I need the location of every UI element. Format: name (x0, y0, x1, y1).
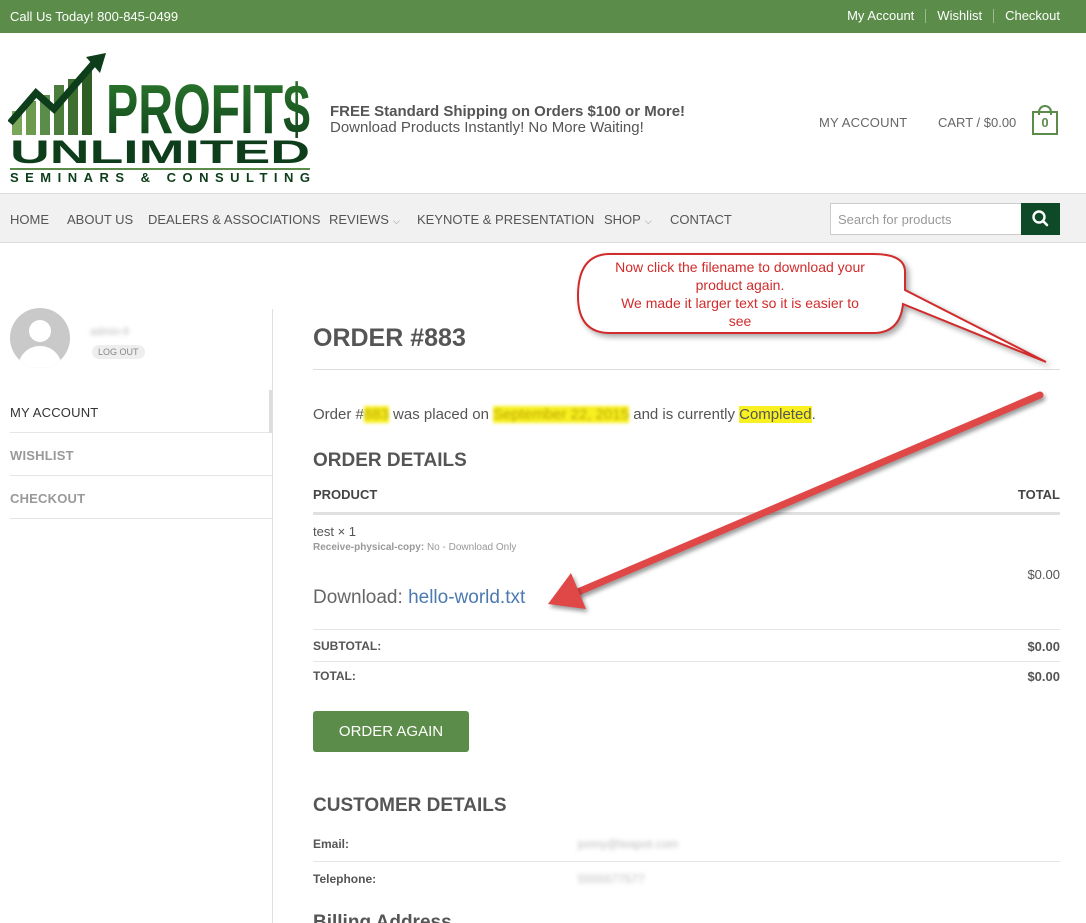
header-my-account-link[interactable]: MY ACCOUNT (819, 115, 907, 130)
page-title: ORDER #883 (313, 324, 466, 352)
table-header-divider (313, 512, 1060, 515)
divider (313, 629, 1060, 630)
billing-address-heading: Billing Address (313, 912, 452, 923)
site-header: PROFIT$ UNLIMITED SEMINARS & CONSULTING … (0, 33, 1086, 193)
product-name[interactable]: test × 1 (313, 524, 356, 539)
top-link-checkout[interactable]: Checkout (993, 9, 1060, 23)
search-button[interactable] (1021, 203, 1060, 235)
subtotal-label: SUBTOTAL: (313, 639, 382, 653)
sidebar-divider (272, 309, 273, 923)
nav-shop[interactable]: SHOP ⌵ (604, 212, 652, 227)
search-icon (1032, 210, 1049, 227)
customer-details-heading: CUSTOMER DETAILS (313, 795, 507, 816)
col-total-header: TOTAL (1017, 487, 1060, 502)
chevron-down-icon: ⌵ (392, 216, 400, 226)
avatar (10, 308, 70, 368)
cart-bag-icon[interactable]: 0 (1032, 105, 1058, 135)
col-product-header: PRODUCT (313, 487, 378, 502)
top-bar: Call Us Today! 800-845-0499 My Account W… (0, 0, 1086, 33)
divider (313, 661, 1060, 662)
nav-reviews-label: REVIEWS (329, 212, 389, 227)
callout-line: product again. (695, 277, 785, 293)
nav-about-us[interactable]: ABOUT US (67, 212, 133, 227)
email-value: jonny@teapot.com (578, 837, 679, 851)
order-number: 883 (363, 406, 389, 423)
callout-text: Now click the filename to download your … (590, 258, 890, 330)
nav-shop-label: SHOP (604, 212, 641, 227)
total-label: TOTAL: (313, 669, 356, 683)
header-cart-link[interactable]: CART / $0.00 (938, 115, 1016, 130)
tagline-shipping: FREE Standard Shipping on Orders $100 or… (330, 103, 686, 120)
order-summary: Order #883 was placed on September 22, 2… (313, 406, 816, 423)
nav-reviews[interactable]: REVIEWS ⌵ (329, 212, 400, 227)
order-status: Completed (739, 406, 812, 423)
divider (313, 861, 1060, 862)
telephone-label: Telephone: (313, 872, 377, 886)
nav-home[interactable]: HOME (10, 212, 49, 227)
site-logo[interactable]: PROFIT$ UNLIMITED SEMINARS & CONSULTING (8, 53, 312, 185)
email-label: Email: (313, 837, 350, 851)
top-link-my-account[interactable]: My Account (836, 9, 925, 23)
search-input[interactable]: Search for products (830, 203, 1022, 235)
red-arrow (548, 391, 1044, 609)
top-links: My Account Wishlist Checkout (836, 9, 1060, 23)
logo-subtitle: SEMINARS & CONSULTING (10, 170, 310, 185)
sidebar-item-label: WISHLIST (10, 448, 74, 463)
order-date: September 22, 2015 (493, 406, 630, 423)
telephone-value: 5555577577 (578, 872, 645, 886)
download-line: Download: hello-world.txt (313, 587, 526, 608)
nav-contact[interactable]: CONTACT (670, 212, 732, 227)
callout-line: see (728, 313, 752, 329)
header-tagline: FREE Standard Shipping on Orders $100 or… (330, 104, 685, 136)
username: admin-ll (90, 326, 129, 338)
account-menu: MY ACCOUNT WISHLIST CHECKOUT (10, 390, 272, 519)
total-value: $0.00 (1027, 669, 1060, 684)
nav-dealers-associations[interactable]: DEALERS & ASSOCIATIONS (148, 212, 320, 227)
product-total: $0.00 (1027, 567, 1060, 582)
callout-line: We made it larger text so it is easier t… (621, 295, 859, 311)
logout-button[interactable]: LOG OUT (92, 345, 145, 359)
order-again-button[interactable]: ORDER AGAIN (313, 711, 469, 752)
cart-count: 0 (1032, 111, 1058, 135)
top-link-wishlist[interactable]: Wishlist (925, 9, 993, 23)
nav-keynote-presentation[interactable]: KEYNOTE & PRESENTATION (417, 212, 594, 227)
sidebar-item-checkout[interactable]: CHECKOUT (10, 476, 272, 519)
callout-line: Now click the filename to download your (615, 259, 865, 275)
account-sidebar: admin-ll LOG OUT MY ACCOUNT WISHLIST CHE… (0, 244, 273, 923)
order-details-heading: ORDER DETAILS (313, 450, 467, 471)
tagline-download: Download Products Instantly! No More Wai… (330, 119, 644, 136)
download-file-link[interactable]: hello-world.txt (408, 587, 525, 608)
sidebar-item-label: MY ACCOUNT (10, 405, 99, 420)
logo-word-unlimited: UNLIMITED (10, 134, 310, 170)
divider (313, 369, 1060, 370)
product-meta: Receive-physical-copy: No - Download Onl… (313, 542, 517, 553)
main-nav: HOME ABOUT US DEALERS & ASSOCIATIONS REV… (0, 193, 1086, 243)
chart-icon (8, 53, 106, 135)
chevron-down-icon: ⌵ (644, 216, 652, 226)
sidebar-item-my-account[interactable]: MY ACCOUNT (10, 390, 272, 433)
sidebar-item-label: CHECKOUT (10, 491, 86, 506)
subtotal-value: $0.00 (1027, 639, 1060, 654)
sidebar-item-wishlist[interactable]: WISHLIST (10, 433, 272, 476)
phone-number: Call Us Today! 800-845-0499 (10, 9, 179, 24)
